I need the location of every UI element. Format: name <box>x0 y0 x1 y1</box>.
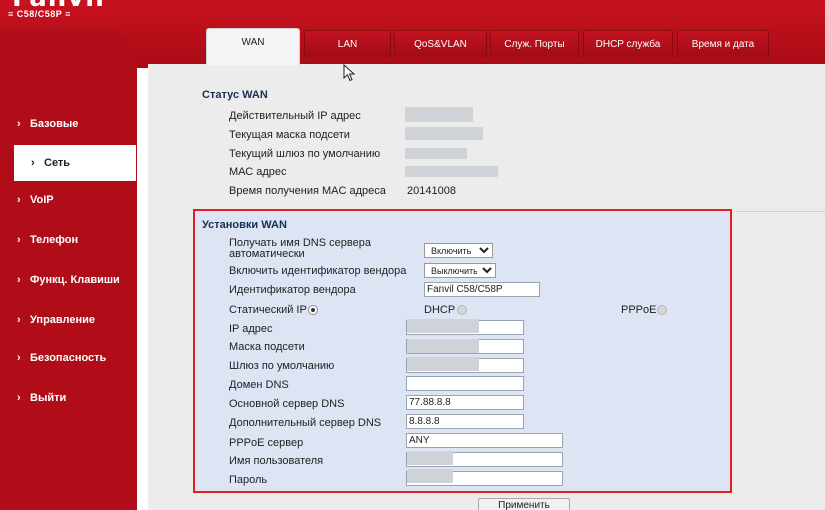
primary-dns-label: Основной сервер DNS <box>229 398 345 410</box>
username-masked <box>407 451 453 465</box>
current-mask-value <box>405 127 483 140</box>
sidebar-item-label: Базовые <box>30 118 79 130</box>
tab-lan[interactable]: LAN <box>304 30 391 57</box>
subnet-mask-label: Маска подсети <box>229 341 305 353</box>
sidebar-item-basic[interactable]: › Базовые <box>0 106 137 142</box>
wan-settings-title: Установки WAN <box>202 219 287 231</box>
static-ip-radio[interactable] <box>308 305 318 315</box>
gateway-masked <box>407 357 479 371</box>
vendor-id-label: Идентификатор вендора <box>229 284 356 296</box>
password-label: Пароль <box>229 474 268 486</box>
sidebar-item-label: Телефон <box>30 234 79 246</box>
vendor-id-enable-label: Включить идентификатор вендора <box>229 265 407 277</box>
gateway-label: Шлюз по умолчанию <box>229 360 335 372</box>
vendor-id-enable-select[interactable]: Выключить <box>424 263 496 278</box>
chevron-right-icon: › <box>31 157 35 169</box>
chevron-right-icon: › <box>17 234 21 246</box>
mac-address-value <box>405 166 498 177</box>
tab-dhcp-service[interactable]: DHCP служба <box>583 30 673 57</box>
sidebar-item-label: Безопасность <box>30 352 107 364</box>
tab-service-ports[interactable]: Служ. Порты <box>490 30 579 57</box>
sidebar-item-label: Управление <box>30 314 96 326</box>
secondary-dns-input[interactable] <box>406 414 524 429</box>
mac-time-value: 20141008 <box>407 185 456 197</box>
vendor-id-input[interactable] <box>424 282 540 297</box>
tab-wan[interactable]: WAN <box>206 28 300 65</box>
chevron-right-icon: › <box>17 194 21 206</box>
chevron-right-icon: › <box>17 314 21 326</box>
dhcp-label: DHCP <box>424 304 456 316</box>
fanvil-logo: Fanvil ≡ C58/C58P ≡ <box>0 0 132 30</box>
ip-address-masked <box>407 319 479 333</box>
dns-auto-label: Получать имя DNS сервера автоматически <box>229 237 371 260</box>
pppoe-radio[interactable] <box>657 305 667 315</box>
chevron-right-icon: › <box>17 392 21 404</box>
sidebar-item-logout[interactable]: › Выйти <box>0 380 137 416</box>
sidebar-item-network[interactable]: › Сеть <box>14 145 136 181</box>
static-ip-label: Статический IP <box>229 304 307 316</box>
sidebar-item-label: VoIP <box>30 194 54 206</box>
divider <box>736 211 825 212</box>
logo-model: ≡ C58/C58P ≡ <box>8 9 71 19</box>
dhcp-radio[interactable] <box>457 305 467 315</box>
current-gateway-label: Текущий шлюз по умолчанию <box>229 148 381 160</box>
sidebar-item-phone[interactable]: › Телефон <box>0 222 137 258</box>
current-gateway-value <box>405 148 467 159</box>
dns-domain-input[interactable] <box>406 376 524 391</box>
secondary-dns-label: Дополнительный сервер DNS <box>229 417 382 429</box>
ip-address-label: IP адрес <box>229 323 273 335</box>
current-ip-label: Действительный IP адрес <box>229 110 361 122</box>
dns-auto-select[interactable]: Включить <box>424 243 493 258</box>
sidebar-item-label: Функц. Клавиши <box>30 274 120 286</box>
sidebar-item-management[interactable]: › Управление <box>0 302 137 338</box>
sidebar-item-security[interactable]: › Безопасность <box>0 340 137 376</box>
dns-domain-label: Домен DNS <box>229 379 289 391</box>
chevron-right-icon: › <box>17 118 21 130</box>
pppoe-server-label: PPPoE сервер <box>229 437 304 449</box>
current-mask-label: Текущая маска подсети <box>229 129 350 141</box>
mac-address-label: МАС адрес <box>229 166 287 178</box>
mac-time-label: Время получения MAC адреса <box>229 185 386 197</box>
chevron-right-icon: › <box>17 352 21 364</box>
primary-dns-input[interactable] <box>406 395 524 410</box>
pppoe-server-input[interactable] <box>406 433 563 448</box>
pppoe-label: PPPoE <box>621 304 657 316</box>
tab-time-date[interactable]: Время и дата <box>677 30 769 57</box>
arrow-cursor-icon <box>343 64 356 82</box>
status-wan-title: Статус WAN <box>202 89 268 101</box>
apply-button[interactable]: Применить <box>478 498 570 510</box>
subnet-mask-masked <box>407 339 479 353</box>
sidebar-item-label: Выйти <box>30 392 67 404</box>
password-masked <box>407 469 453 483</box>
username-label: Имя пользователя <box>229 455 324 467</box>
sidebar-item-voip[interactable]: › VoIP <box>0 182 137 218</box>
tab-qos-vlan[interactable]: QoS&VLAN <box>394 30 487 57</box>
sidebar-item-function-keys[interactable]: › Функц. Клавиши <box>0 262 137 298</box>
current-ip-value <box>405 107 473 122</box>
chevron-right-icon: › <box>17 274 21 286</box>
sidebar-item-label: Сеть <box>44 157 71 169</box>
